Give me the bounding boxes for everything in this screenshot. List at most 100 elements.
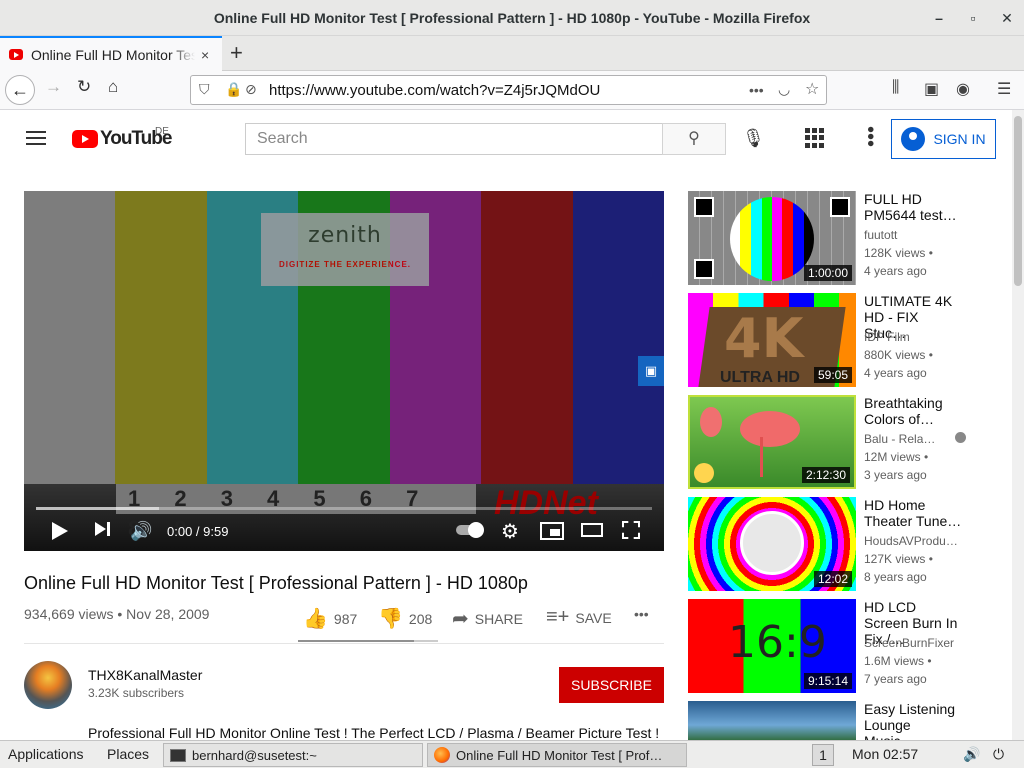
page-scrollbar[interactable] xyxy=(1012,110,1024,740)
volume-tray-icon[interactable]: 🔊 xyxy=(963,746,980,763)
next-icon[interactable] xyxy=(95,522,110,536)
recommendation-age: 4 years ago xyxy=(864,366,927,380)
time-display: 0:00 / 9:59 xyxy=(167,524,229,539)
share-label: SHARE xyxy=(474,610,523,627)
play-icon[interactable] xyxy=(52,522,68,540)
share-arrow-icon: ➦ xyxy=(452,608,469,630)
search-input[interactable]: Search xyxy=(245,123,663,155)
progress-bar[interactable] xyxy=(36,507,652,510)
recommendation-channel[interactable]: ScreenBurnFixer xyxy=(864,636,954,650)
menu-icon[interactable]: ☰ xyxy=(997,79,1011,99)
share-button[interactable]: ➦ SHARE xyxy=(452,606,523,631)
recommendation-thumbnail[interactable]: 4K ULTRA HD 59:05 xyxy=(688,293,856,387)
permissions-icon[interactable]: ⊘ xyxy=(245,81,257,98)
account-icon[interactable]: ◉ xyxy=(956,79,970,99)
recommendation-item[interactable]: 1:00:00 FULL HD PM5644 test… fuutott 128… xyxy=(688,191,998,285)
subscribe-button[interactable]: SUBSCRIBE xyxy=(559,667,664,703)
taskbar-terminal[interactable]: bernhard@susetest:~ xyxy=(163,743,423,767)
thumb-4k-text: 4K xyxy=(724,307,804,370)
pocket-icon[interactable]: ◡ xyxy=(778,81,790,98)
recommendation-item[interactable]: 4K ULTRA HD 59:05 ULTIMATE 4K HD - FIX S… xyxy=(688,293,998,387)
youtube-favicon-icon xyxy=(9,49,23,60)
tab-label: Online Full HD Monitor Test [ Profession… xyxy=(31,46,195,63)
sign-in-button[interactable]: SIGN IN xyxy=(891,119,996,159)
settings-more-icon[interactable]: ••• xyxy=(858,126,881,147)
more-actions-button[interactable]: ••• xyxy=(634,606,649,622)
places-menu[interactable]: Places xyxy=(107,746,149,762)
bookmark-star-icon[interactable]: ☆ xyxy=(805,79,819,99)
page-actions-icon[interactable]: ••• xyxy=(749,82,764,98)
tab-close-button[interactable]: × xyxy=(201,47,209,63)
power-icon[interactable]: ⏻ xyxy=(993,746,1004,763)
taskbar-firefox[interactable]: Online Full HD Monitor Test [ Prof… xyxy=(427,743,687,767)
recommendation-thumbnail[interactable]: 2:12:30 xyxy=(688,395,856,489)
recommendation-thumbnail[interactable] xyxy=(688,701,856,741)
forward-button[interactable]: → xyxy=(45,77,62,97)
lock-icon[interactable]: 🔒 xyxy=(225,81,242,98)
recommendation-title[interactable]: Easy Listening Lounge Music… xyxy=(864,701,964,741)
verified-badge-icon xyxy=(954,432,966,443)
recommendation-views: 12M views • xyxy=(864,450,929,464)
recommendation-item[interactable]: Easy Listening Lounge Music… xyxy=(688,701,998,741)
home-button[interactable]: ⌂ xyxy=(108,77,118,97)
recommendation-thumbnail[interactable]: 16:9 9:15:14 xyxy=(688,599,856,693)
clock[interactable]: Mon 02:57 xyxy=(852,746,918,762)
autoplay-toggle[interactable] xyxy=(456,522,484,538)
thumb-ultrahd-text: ULTRA HD xyxy=(720,369,800,386)
recommendation-title[interactable]: Breathtaking Colors of… xyxy=(864,395,964,427)
recommendation-channel[interactable]: fuutott xyxy=(864,228,897,242)
settings-gear-icon[interactable]: ⚙ xyxy=(501,519,519,544)
playlist-add-icon: ≡+ xyxy=(546,606,570,628)
video-player[interactable]: zenith DIGITIZE THE EXPERIENCE. 1 2 3 4 … xyxy=(24,191,664,551)
url-text[interactable]: https://www.youtube.com/watch?v=Z4j5rJQM… xyxy=(269,82,600,99)
like-button[interactable]: 👍 987 xyxy=(303,606,357,631)
close-button[interactable]: ✕ xyxy=(990,10,1024,27)
applications-menu[interactable]: Applications xyxy=(8,746,84,762)
channel-label: Balu - Rela… xyxy=(864,432,936,446)
workspace-switcher[interactable]: 1 xyxy=(812,744,834,766)
youtube-logo-icon[interactable] xyxy=(72,130,98,148)
recommendation-thumbnail[interactable]: 12:02 xyxy=(688,497,856,591)
scrollbar-thumb[interactable] xyxy=(1014,116,1022,286)
like-ratio-bar xyxy=(298,640,438,642)
recommendation-channel[interactable]: Balu - Rela… xyxy=(864,432,966,446)
recommendation-title[interactable]: HD Home Theater Tune… xyxy=(864,497,964,529)
minimize-button[interactable]: – xyxy=(922,10,956,26)
overlay-tagline: DIGITIZE THE EXPERIENCE. xyxy=(278,260,411,269)
channel-name[interactable]: THX8KanalMaster xyxy=(88,667,202,683)
url-bar[interactable]: ⛉ 🔒 ⊘ https://www.youtube.com/watch?v=Z4… xyxy=(190,75,827,105)
miniplayer-icon[interactable] xyxy=(540,522,564,540)
guide-menu-icon[interactable] xyxy=(26,131,46,145)
library-icon[interactable]: ⫼ xyxy=(892,79,899,97)
recommendation-channel[interactable]: HoudsAVProdu… xyxy=(864,534,958,548)
save-button[interactable]: ≡+ SAVE xyxy=(546,606,612,629)
recommendation-thumbnail[interactable]: 1:00:00 xyxy=(688,191,856,285)
recommendation-item[interactable]: 2:12:30 Breathtaking Colors of… Balu - R… xyxy=(688,395,998,489)
recommendation-item[interactable]: 16:9 9:15:14 HD LCD Screen Burn In Fix /… xyxy=(688,599,998,693)
browser-tab-active[interactable]: Online Full HD Monitor Test [ Profession… xyxy=(0,36,222,71)
apps-icon[interactable] xyxy=(805,128,825,148)
channel-avatar[interactable] xyxy=(24,661,72,709)
thumbs-up-icon: 👍 xyxy=(303,608,328,630)
reload-button[interactable]: ↻ xyxy=(77,77,91,97)
maximize-button[interactable]: ▫ xyxy=(956,10,990,26)
sidebar-icon[interactable]: ▣ xyxy=(924,79,939,99)
recommendation-title[interactable]: FULL HD PM5644 test… xyxy=(864,191,964,223)
recommendation-item[interactable]: 12:02 HD Home Theater Tune… HoudsAVProdu… xyxy=(688,497,998,591)
theater-mode-icon[interactable] xyxy=(581,523,603,537)
player-bottom-band: 1 2 3 4 5 6 7 8 9 HDNet xyxy=(24,484,664,551)
voice-search-icon[interactable]: 🎙 xyxy=(742,128,765,149)
volume-icon[interactable]: 🔊 xyxy=(130,521,152,542)
search-button[interactable]: ⚲ xyxy=(662,123,726,155)
terminal-label: bernhard@susetest:~ xyxy=(192,747,317,763)
new-tab-button[interactable]: + xyxy=(230,40,243,66)
recommendation-channel[interactable]: IDP Film xyxy=(864,330,910,344)
duration-badge: 59:05 xyxy=(813,367,852,383)
youtube-header: YouTube DE Search ⚲ 🎙 ••• SIGN IN xyxy=(0,110,1012,166)
dislike-button[interactable]: 👎 208 xyxy=(378,606,432,631)
info-card-icon[interactable]: ▣ xyxy=(638,356,664,386)
back-button[interactable]: ← xyxy=(5,75,35,105)
shield-icon[interactable]: ⛉ xyxy=(199,81,210,98)
duration-badge: 12:02 xyxy=(813,571,852,587)
progress-loaded xyxy=(36,507,160,510)
